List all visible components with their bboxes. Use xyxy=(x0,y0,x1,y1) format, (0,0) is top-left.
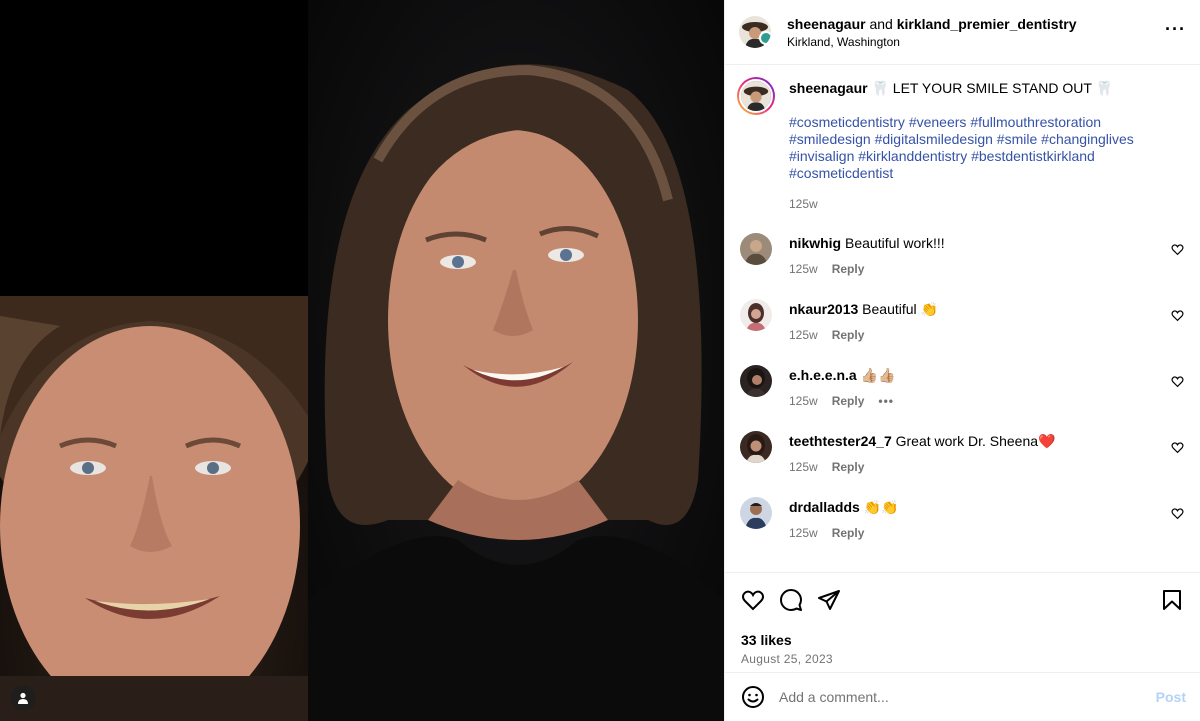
post-date[interactable]: August 25, 2023 xyxy=(741,652,1184,666)
comment-item: e.h.e.e.n.a 👍🏼👍🏼 125w Reply ••• xyxy=(737,365,1184,410)
add-comment-bar: Post xyxy=(725,672,1200,721)
hashtag-link[interactable]: #cosmeticdentist xyxy=(789,165,893,181)
caption-username[interactable]: sheenagaur xyxy=(789,80,868,96)
heart-icon[interactable] xyxy=(741,588,765,612)
hashtag-link[interactable]: #kirklanddentistry xyxy=(858,148,967,164)
hashtag-link[interactable]: #cosmeticdentistry xyxy=(789,114,905,130)
comment-avatar[interactable] xyxy=(740,299,772,331)
post-side-panel: sheenagaur and kirkland_premier_dentistr… xyxy=(724,0,1200,721)
comment-item: nkaur2013 Beautiful 👏 125w Reply xyxy=(737,299,1184,344)
comment-username[interactable]: teethtester24_7 xyxy=(789,433,892,449)
post-media[interactable] xyxy=(0,0,724,721)
more-options-icon[interactable]: ··· xyxy=(1165,20,1186,40)
comment-timestamp[interactable]: 125w xyxy=(789,261,818,278)
comment-timestamp[interactable]: 125w xyxy=(789,327,818,344)
comments-list[interactable]: sheenagaur 🦷 LET YOUR SMILE STAND OUT 🦷 … xyxy=(725,65,1200,572)
emoji-icon[interactable] xyxy=(741,685,765,709)
hashtag-link[interactable]: #fullmouthrestoration xyxy=(970,114,1101,130)
hashtag-link[interactable]: #changinglives xyxy=(1041,131,1134,147)
comment-timestamp[interactable]: 125w xyxy=(789,459,818,476)
user-icon xyxy=(18,692,28,704)
comment-text: Beautiful 👏 xyxy=(862,301,938,317)
comment-avatar[interactable] xyxy=(740,365,772,397)
collaborator-avatar[interactable] xyxy=(759,31,771,45)
author-avatar[interactable] xyxy=(739,16,771,48)
comment-item: drdalladds 👏👏 125w Reply xyxy=(737,497,1184,542)
post-caption: sheenagaur 🦷 LET YOUR SMILE STAND OUT 🦷 … xyxy=(737,77,1184,213)
caption-text: 🦷 LET YOUR SMILE STAND OUT 🦷 xyxy=(871,80,1114,96)
before-photo xyxy=(0,296,308,721)
reply-button[interactable]: Reply xyxy=(832,393,865,410)
comment-timestamp[interactable]: 125w xyxy=(789,525,818,542)
caption-author-avatar[interactable] xyxy=(737,77,775,115)
collaborator-username[interactable]: kirkland_premier_dentistry xyxy=(897,16,1077,32)
hashtag-link[interactable]: #bestdentistkirkland xyxy=(971,148,1095,164)
comment-username[interactable]: e.h.e.e.n.a xyxy=(789,367,857,383)
send-icon[interactable] xyxy=(817,588,841,612)
likes-count[interactable]: 33 likes xyxy=(741,632,1184,648)
post-location[interactable]: Kirkland, Washington xyxy=(787,35,1165,49)
post-authors: sheenagaur and kirkland_premier_dentistr… xyxy=(787,16,1165,32)
hashtag-link[interactable]: #veneers xyxy=(909,114,967,130)
caption-hashtags: #cosmeticdentistry #veneers #fullmouthre… xyxy=(789,114,1184,182)
comment-item: teethtester24_7 Great work Dr. Sheena❤️ … xyxy=(737,431,1184,476)
comment-input[interactable] xyxy=(779,689,1156,705)
reply-button[interactable]: Reply xyxy=(832,459,865,476)
caption-timestamp[interactable]: 125w xyxy=(789,196,818,213)
post-header: sheenagaur and kirkland_premier_dentistr… xyxy=(725,0,1200,65)
like-comment-heart-icon[interactable] xyxy=(1171,309,1184,322)
hashtag-link[interactable]: #smiledesign xyxy=(789,131,871,147)
comment-text: 👏👏 xyxy=(863,499,899,515)
hashtag-link[interactable]: #smile xyxy=(997,131,1037,147)
comment-username[interactable]: nkaur2013 xyxy=(789,301,858,317)
post-actions: 33 likes August 25, 2023 xyxy=(725,572,1200,672)
comment-more-options-icon[interactable]: ••• xyxy=(878,393,894,410)
comment-username[interactable]: drdalladds xyxy=(789,499,860,515)
author-username[interactable]: sheenagaur xyxy=(787,16,866,32)
like-comment-heart-icon[interactable] xyxy=(1171,243,1184,256)
reply-button[interactable]: Reply xyxy=(832,327,865,344)
tagged-users-button[interactable] xyxy=(10,685,36,711)
bookmark-icon[interactable] xyxy=(1160,588,1184,612)
like-comment-heart-icon[interactable] xyxy=(1171,375,1184,388)
like-comment-heart-icon[interactable] xyxy=(1171,441,1184,454)
reply-button[interactable]: Reply xyxy=(832,261,865,278)
comment-icon[interactable] xyxy=(779,588,803,612)
hashtag-link[interactable]: #digitalsmiledesign xyxy=(875,131,993,147)
comment-avatar[interactable] xyxy=(740,497,772,529)
reply-button[interactable]: Reply xyxy=(832,525,865,542)
comment-text: Great work Dr. Sheena❤️ xyxy=(895,433,1056,449)
comment-item: nikwhig Beautiful work!!! 125w Reply xyxy=(737,233,1184,278)
comment-text: 👍🏼👍🏼 xyxy=(860,367,896,383)
authors-conjunction: and xyxy=(869,15,893,32)
like-comment-heart-icon[interactable] xyxy=(1171,507,1184,520)
comment-timestamp[interactable]: 125w xyxy=(789,393,818,410)
comment-avatar[interactable] xyxy=(740,431,772,463)
comment-username[interactable]: nikwhig xyxy=(789,235,841,251)
after-photo xyxy=(308,0,724,721)
comment-text: Beautiful work!!! xyxy=(845,235,945,251)
comment-avatar[interactable] xyxy=(740,233,772,265)
hashtag-link[interactable]: #invisalign xyxy=(789,148,854,164)
post-comment-button[interactable]: Post xyxy=(1156,689,1186,705)
